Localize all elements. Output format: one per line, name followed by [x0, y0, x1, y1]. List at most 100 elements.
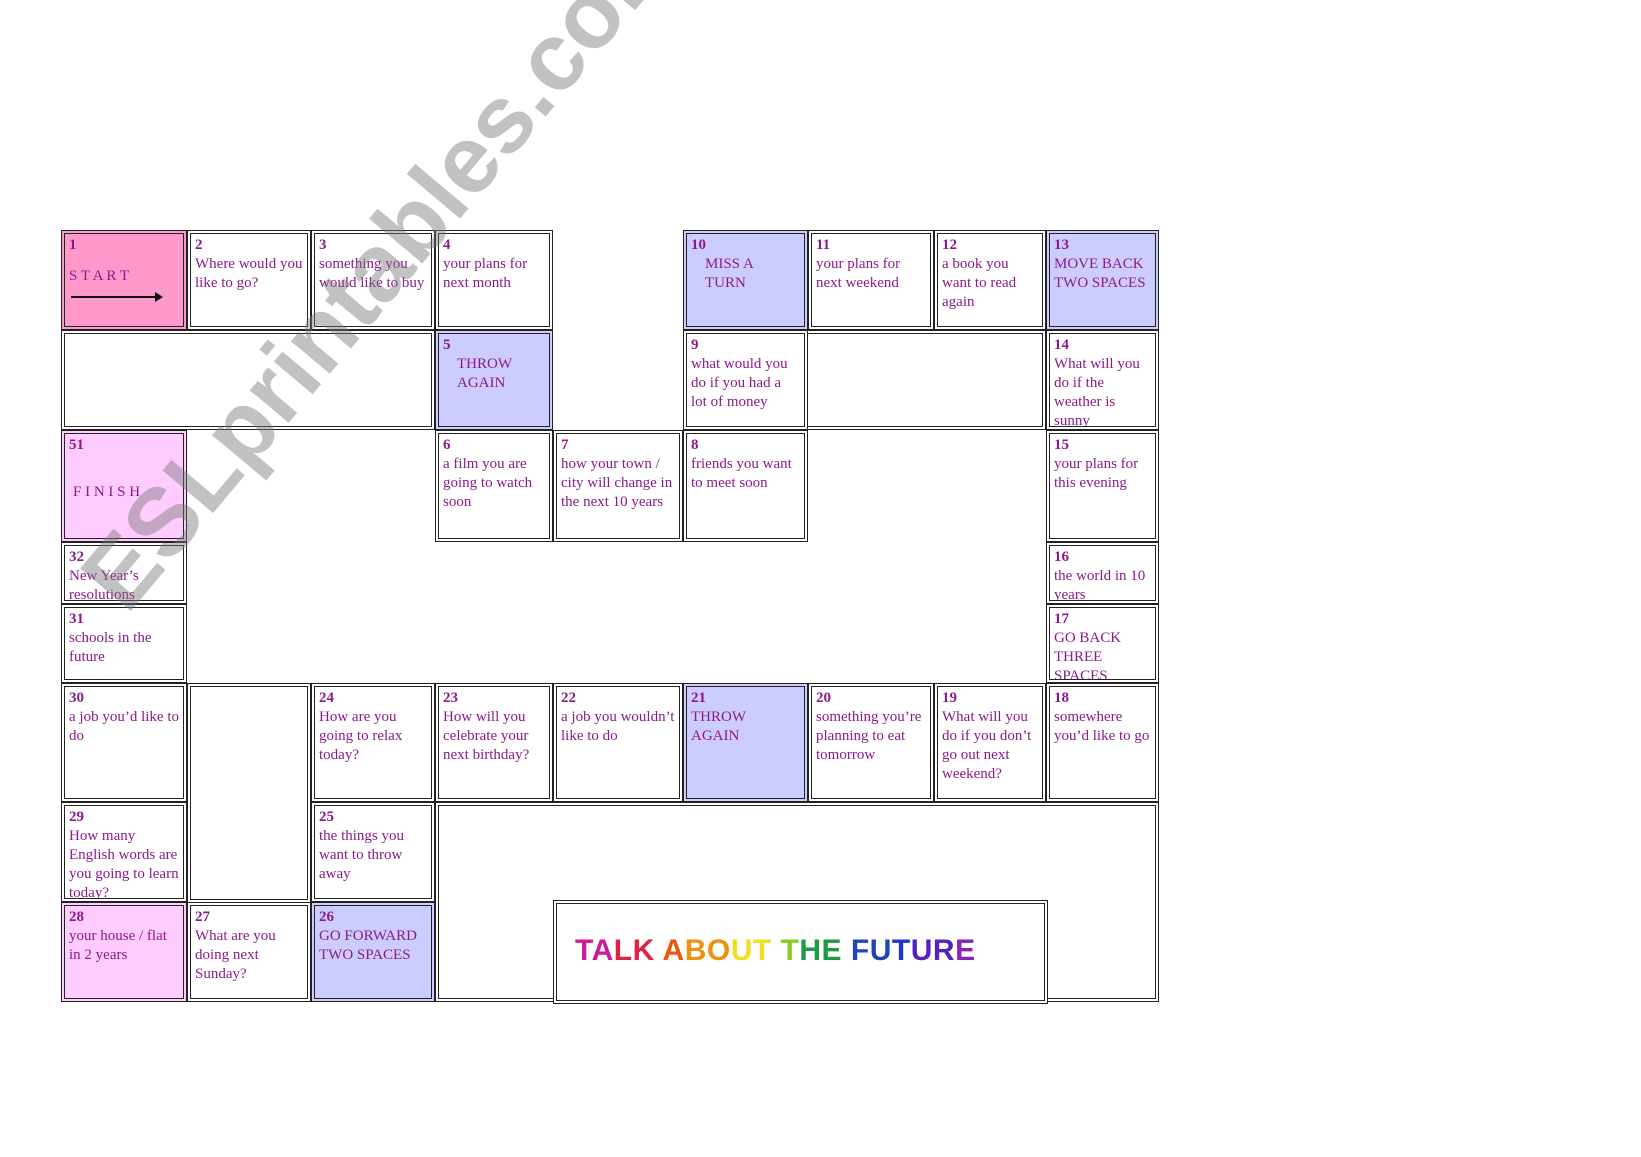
title-letter: U	[910, 934, 933, 967]
board-square[interactable]: 29 How many English words are you going …	[61, 802, 187, 902]
square-number: 31	[69, 611, 84, 627]
square-number: 23	[443, 690, 458, 706]
title-letter: A	[662, 934, 685, 967]
square-number: 5	[443, 337, 451, 353]
square-number: 29	[69, 809, 84, 825]
board-square[interactable]: 27 What are you doing next Sunday?	[187, 902, 311, 1002]
square-number: 22	[561, 690, 576, 706]
square-text: your house / flat in 2 years	[69, 928, 167, 963]
square-text: your plans for next month	[443, 256, 528, 291]
title-letter: K	[632, 934, 655, 967]
title-letter: F	[850, 934, 870, 967]
board-square[interactable]: 23 How will you celebrate your next birt…	[435, 683, 553, 802]
square-text: somewhere you’d like to go	[1054, 709, 1150, 744]
square-number: 20	[816, 690, 831, 706]
square-finish[interactable]: 51 F I N I S H	[61, 430, 187, 542]
board-square[interactable]: 31 schools in the future	[61, 604, 187, 683]
board-square[interactable]: 32 New Year’s resolutions	[61, 542, 187, 604]
title-letter: H	[799, 934, 822, 967]
title-letter: A	[591, 934, 614, 967]
square-text: something you’re planning to eat tomorro…	[816, 709, 922, 763]
square-number: 30	[69, 690, 84, 706]
board-square[interactable]: 24 How are you going to relax today?	[311, 683, 435, 802]
board-square[interactable]: 17 GO BACK THREE SPACES	[1046, 604, 1159, 683]
title-letter: B	[684, 934, 707, 967]
square-number: 8	[691, 437, 699, 453]
title-box: TALK ABOUT THE FUTURE	[553, 900, 1048, 1004]
blank-cell	[61, 330, 435, 430]
square-number: 14	[1054, 337, 1069, 353]
title-letter: R	[932, 934, 956, 967]
square-number: 6	[443, 437, 451, 453]
board-square[interactable]: 2 Where would you like to go?	[187, 230, 311, 330]
square-text: What will you do if the weather is sunny	[1054, 356, 1140, 429]
square-text: THROW AGAIN	[691, 709, 746, 744]
square-text: MOVE BACK TWO SPACES	[1054, 256, 1146, 291]
title-letter: E	[955, 934, 976, 967]
title-letter	[842, 934, 851, 967]
square-number: 19	[942, 690, 957, 706]
square-number: 15	[1054, 437, 1069, 453]
square-text: How will you celebrate your next birthda…	[443, 709, 530, 763]
game-title: TALK ABOUT THE FUTURE	[575, 934, 976, 968]
board-square[interactable]: 6 a film you are going to watch soon	[435, 430, 553, 542]
board-square[interactable]: 30 a job you’d like to do	[61, 683, 187, 802]
square-text: what would you do if you had a lot of mo…	[691, 356, 788, 410]
square-number: 2	[195, 237, 203, 253]
square-text: New Year’s resolutions	[69, 568, 139, 603]
title-letter	[772, 934, 781, 967]
square-text: friends you want to meet soon	[691, 456, 792, 491]
board-square-special[interactable]: 26 GO FORWARD TWO SPACES	[311, 902, 435, 1002]
square-number: 32	[69, 549, 84, 565]
square-number: 4	[443, 237, 451, 253]
board-square-special[interactable]: 5 THROW AGAIN	[435, 330, 553, 430]
square-text: GO FORWARD TWO SPACES	[319, 928, 417, 963]
square-number: 13	[1054, 237, 1069, 253]
square-text: something you would like to buy	[319, 256, 425, 291]
board-square[interactable]: 28 your house / flat in 2 years	[61, 902, 187, 1002]
square-number: 28	[69, 909, 84, 925]
title-letter: E	[821, 934, 843, 967]
square-number: 17	[1054, 611, 1069, 627]
square-number: 9	[691, 337, 699, 353]
board-square[interactable]: 18 somewhere you’d like to go	[1046, 683, 1159, 802]
square-number: 27	[195, 909, 210, 925]
square-text: How many English words are you going to …	[69, 828, 179, 901]
board-square[interactable]: 12 a book you want to read again	[934, 230, 1046, 330]
board-square-special[interactable]: 13 MOVE BACK TWO SPACES	[1046, 230, 1159, 330]
square-text: the world in 10 years	[1054, 568, 1146, 603]
square-start[interactable]: 1 S T A R T	[61, 230, 187, 330]
arrow-right-icon	[71, 292, 163, 302]
title-letter: T	[780, 934, 800, 967]
title-letter: T	[575, 934, 592, 967]
board-square[interactable]: 19 What will you do if you don’t go out …	[934, 683, 1046, 802]
board-square[interactable]: 22 a job you wouldn’t like to do	[553, 683, 683, 802]
board-square[interactable]: 11 your plans for next weekend	[808, 230, 934, 330]
board-square-special[interactable]: 10 MISS A TURN	[683, 230, 808, 330]
square-number: 18	[1054, 690, 1069, 706]
board-square[interactable]: 9 what would you do if you had a lot of …	[683, 330, 808, 430]
board-square[interactable]: 15 your plans for this evening	[1046, 430, 1159, 542]
square-number: 3	[319, 237, 327, 253]
board-square[interactable]: 8 friends you want to meet soon	[683, 430, 808, 542]
board-square[interactable]: 14 What will you do if the weather is su…	[1046, 330, 1159, 430]
title-letter: U	[869, 934, 892, 967]
board-square[interactable]: 25 the things you want to throw away	[311, 802, 435, 902]
board-square[interactable]: 20 something you’re planning to eat tomo…	[808, 683, 934, 802]
start-label: S T A R T	[69, 268, 130, 284]
square-number: 24	[319, 690, 334, 706]
square-text: How are you going to relax today?	[319, 709, 403, 763]
title-letter: O	[706, 934, 731, 967]
square-number: 25	[319, 809, 334, 825]
board-square[interactable]: 16 the world in 10 years	[1046, 542, 1159, 604]
board-square[interactable]: 3 something you would like to buy	[311, 230, 435, 330]
board-square[interactable]: 7 how your town / city will change in th…	[553, 430, 683, 542]
square-text: What will you do if you don’t go out nex…	[942, 709, 1032, 782]
square-number: 21	[691, 690, 706, 706]
square-text: your plans for next weekend	[816, 256, 901, 291]
title-letter: T	[752, 934, 772, 967]
square-text: how your town / city will change in the …	[561, 456, 673, 510]
board-square-special[interactable]: 21 THROW AGAIN	[683, 683, 808, 802]
board-square[interactable]: 4 your plans for next month	[435, 230, 553, 330]
square-text: MISS A TURN	[705, 256, 754, 291]
